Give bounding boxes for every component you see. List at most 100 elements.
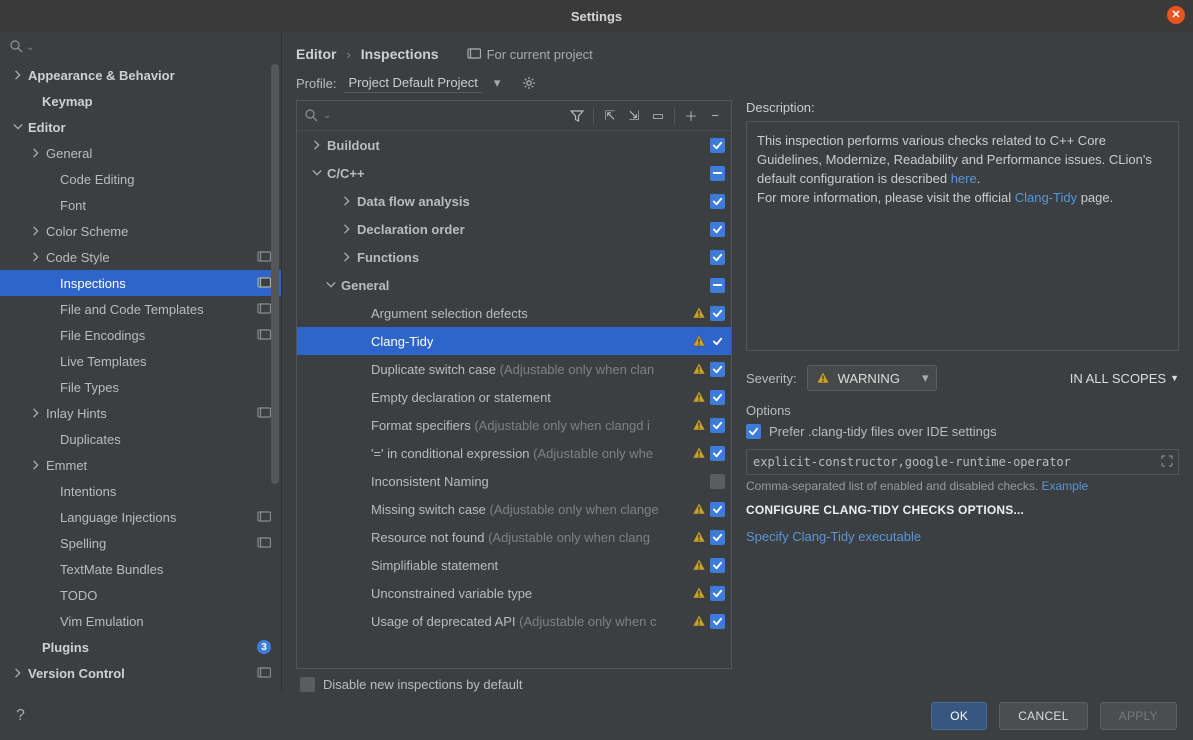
checks-example-link[interactable]: Example <box>1042 479 1089 493</box>
close-button[interactable]: ✕ <box>1167 6 1185 24</box>
sidebar-item-spelling[interactable]: Spelling <box>0 530 281 556</box>
add-button[interactable]: ＋ <box>683 108 699 124</box>
specify-executable-link[interactable]: Specify Clang-Tidy executable <box>746 529 921 544</box>
checks-input[interactable]: explicit-constructor,google-runtime-oper… <box>746 449 1179 475</box>
help-button[interactable]: ? <box>16 707 40 725</box>
sidebar-item-file-and-code-templates[interactable]: File and Code Templates <box>0 296 281 322</box>
sidebar-item-code-style[interactable]: Code Style <box>0 244 281 270</box>
configure-checks-link[interactable]: CONFIGURE CLANG-TIDY CHECKS OPTIONS... <box>746 503 1179 517</box>
group-button[interactable]: ▭ <box>650 108 666 124</box>
ok-button[interactable]: OK <box>931 702 987 730</box>
description-here-link[interactable]: here <box>951 171 977 186</box>
remove-button[interactable]: − <box>707 108 723 124</box>
sidebar-item-appearance-behavior[interactable]: Appearance & Behavior <box>0 62 281 88</box>
inspection-row[interactable]: General <box>297 271 731 299</box>
sidebar-item-keymap[interactable]: Keymap <box>0 88 281 114</box>
inspection-row[interactable]: Simplifiable statement <box>297 551 731 579</box>
inspection-row[interactable]: Usage of deprecated API (Adjustable only… <box>297 607 731 635</box>
inspection-row[interactable]: Clang-Tidy <box>297 327 731 355</box>
inspection-row[interactable]: Missing switch case (Adjustable only whe… <box>297 495 731 523</box>
inspection-row[interactable]: Empty declaration or statement <box>297 383 731 411</box>
cancel-button[interactable]: CANCEL <box>999 702 1087 730</box>
description-box: This inspection performs various checks … <box>746 121 1179 351</box>
inspection-checkbox[interactable] <box>710 334 725 349</box>
inspection-checkbox[interactable] <box>710 614 725 629</box>
inspection-checkbox[interactable] <box>710 446 725 461</box>
breadcrumb-editor[interactable]: Editor <box>296 46 336 62</box>
inspection-row[interactable]: Buildout <box>297 131 731 159</box>
severity-select[interactable]: WARNING ▾ <box>807 365 938 391</box>
disable-new-inspections-label: Disable new inspections by default <box>323 677 522 692</box>
inspection-row[interactable]: '=' in conditional expression (Adjustabl… <box>297 439 731 467</box>
sidebar-item-label: Font <box>60 198 271 213</box>
apply-button[interactable]: APPLY <box>1100 702 1177 730</box>
sidebar-item-label: Inlay Hints <box>46 406 257 421</box>
sidebar-item-file-encodings[interactable]: File Encodings <box>0 322 281 348</box>
inspection-checkbox[interactable] <box>710 306 725 321</box>
sidebar-item-duplicates[interactable]: Duplicates <box>0 426 281 452</box>
warning-icon <box>692 334 706 348</box>
inspection-row[interactable]: Duplicate switch case (Adjustable only w… <box>297 355 731 383</box>
sidebar-item-intentions[interactable]: Intentions <box>0 478 281 504</box>
sidebar-item-inspections[interactable]: Inspections <box>0 270 281 296</box>
sidebar-item-todo[interactable]: TODO <box>0 582 281 608</box>
inspection-row[interactable]: Unconstrained variable type <box>297 579 731 607</box>
inspection-row[interactable]: Functions <box>297 243 731 271</box>
collapse-all-button[interactable]: ⇲ <box>626 108 642 124</box>
inspection-checkbox[interactable] <box>710 194 725 209</box>
sidebar-item-editor[interactable]: Editor <box>0 114 281 140</box>
profile-dropdown[interactable]: Project Default Project <box>344 73 481 93</box>
description-clang-tidy-link[interactable]: Clang-Tidy <box>1015 190 1077 205</box>
inspection-row[interactable]: Data flow analysis <box>297 187 731 215</box>
inspection-checkbox[interactable] <box>710 502 725 517</box>
inspection-row[interactable]: Declaration order <box>297 215 731 243</box>
project-scope-icon <box>257 406 271 420</box>
inspection-checkbox[interactable] <box>710 166 725 181</box>
sidebar-item-plugins[interactable]: Plugins3 <box>0 634 281 660</box>
inspection-checkbox[interactable] <box>710 362 725 377</box>
inspection-checkbox[interactable] <box>710 390 725 405</box>
inspection-checkbox[interactable] <box>710 558 725 573</box>
profile-label: Profile: <box>296 76 336 91</box>
tree-search[interactable]: ⌄ <box>305 109 561 123</box>
inspection-row[interactable]: Format specifiers (Adjustable only when … <box>297 411 731 439</box>
sidebar-item-textmate-bundles[interactable]: TextMate Bundles <box>0 556 281 582</box>
sidebar-item-file-types[interactable]: File Types <box>0 374 281 400</box>
sidebar-search[interactable]: ⌄ <box>0 32 281 62</box>
inspection-checkbox[interactable] <box>710 586 725 601</box>
inspection-label: Unconstrained variable type <box>371 586 532 601</box>
inspection-checkbox[interactable] <box>710 278 725 293</box>
chevron-right-icon <box>30 225 42 237</box>
filter-button[interactable] <box>569 108 585 124</box>
sidebar-item-emmet[interactable]: Emmet <box>0 452 281 478</box>
scope-select[interactable]: IN ALL SCOPES ▼ <box>1070 371 1179 386</box>
sidebar-item-version-control[interactable]: Version Control <box>0 660 281 686</box>
scrollbar-thumb[interactable] <box>271 64 279 484</box>
sidebar-item-live-templates[interactable]: Live Templates <box>0 348 281 374</box>
inspection-checkbox[interactable] <box>710 530 725 545</box>
sidebar-item-inlay-hints[interactable]: Inlay Hints <box>0 400 281 426</box>
sidebar-item-vim-emulation[interactable]: Vim Emulation <box>0 608 281 634</box>
inspection-row[interactable]: Inconsistent Naming <box>297 467 731 495</box>
inspection-row[interactable]: C/C++ <box>297 159 731 187</box>
inspection-row[interactable]: Resource not found (Adjustable only when… <box>297 523 731 551</box>
expand-all-button[interactable]: ⇱ <box>602 108 618 124</box>
disable-new-inspections-checkbox[interactable] <box>300 677 315 692</box>
sidebar-item-general[interactable]: General <box>0 140 281 166</box>
inspection-checkbox[interactable] <box>710 250 725 265</box>
expand-icon[interactable] <box>1160 454 1174 468</box>
sidebar-item-font[interactable]: Font <box>0 192 281 218</box>
chevron-down-icon[interactable]: ▾ <box>494 75 501 91</box>
inspection-checkbox[interactable] <box>710 418 725 433</box>
sidebar-item-color-scheme[interactable]: Color Scheme <box>0 218 281 244</box>
inspection-checkbox[interactable] <box>710 138 725 153</box>
sidebar-item-code-editing[interactable]: Code Editing <box>0 166 281 192</box>
sidebar-item-language-injections[interactable]: Language Injections <box>0 504 281 530</box>
inspection-checkbox[interactable] <box>710 474 725 489</box>
inspections-tree[interactable]: BuildoutC/C++Data flow analysisDeclarati… <box>297 131 731 668</box>
profile-settings-button[interactable] <box>522 76 536 90</box>
inspection-checkbox[interactable] <box>710 222 725 237</box>
prefer-clang-tidy-files-checkbox[interactable] <box>746 424 761 439</box>
sidebar-item-label: Duplicates <box>60 432 271 447</box>
inspection-row[interactable]: Argument selection defects <box>297 299 731 327</box>
